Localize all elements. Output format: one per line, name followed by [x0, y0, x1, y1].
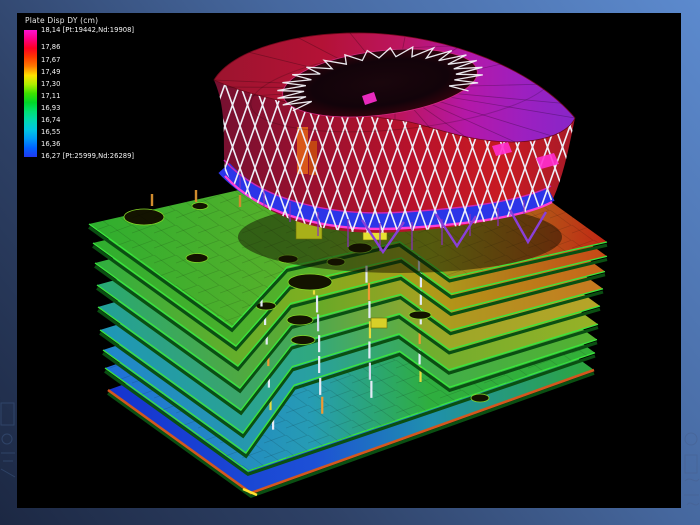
blueprint-watermark-left — [0, 395, 17, 485]
blueprint-watermark-right — [683, 425, 700, 520]
presentation-slide: { "app": { "description_title": "Plate d… — [0, 0, 700, 525]
fem-model-canvas[interactable] — [17, 13, 681, 508]
model-viewport[interactable]: Plate Disp DY (cm) 18,14 [Pt:19442,Nd:19… — [17, 13, 681, 508]
